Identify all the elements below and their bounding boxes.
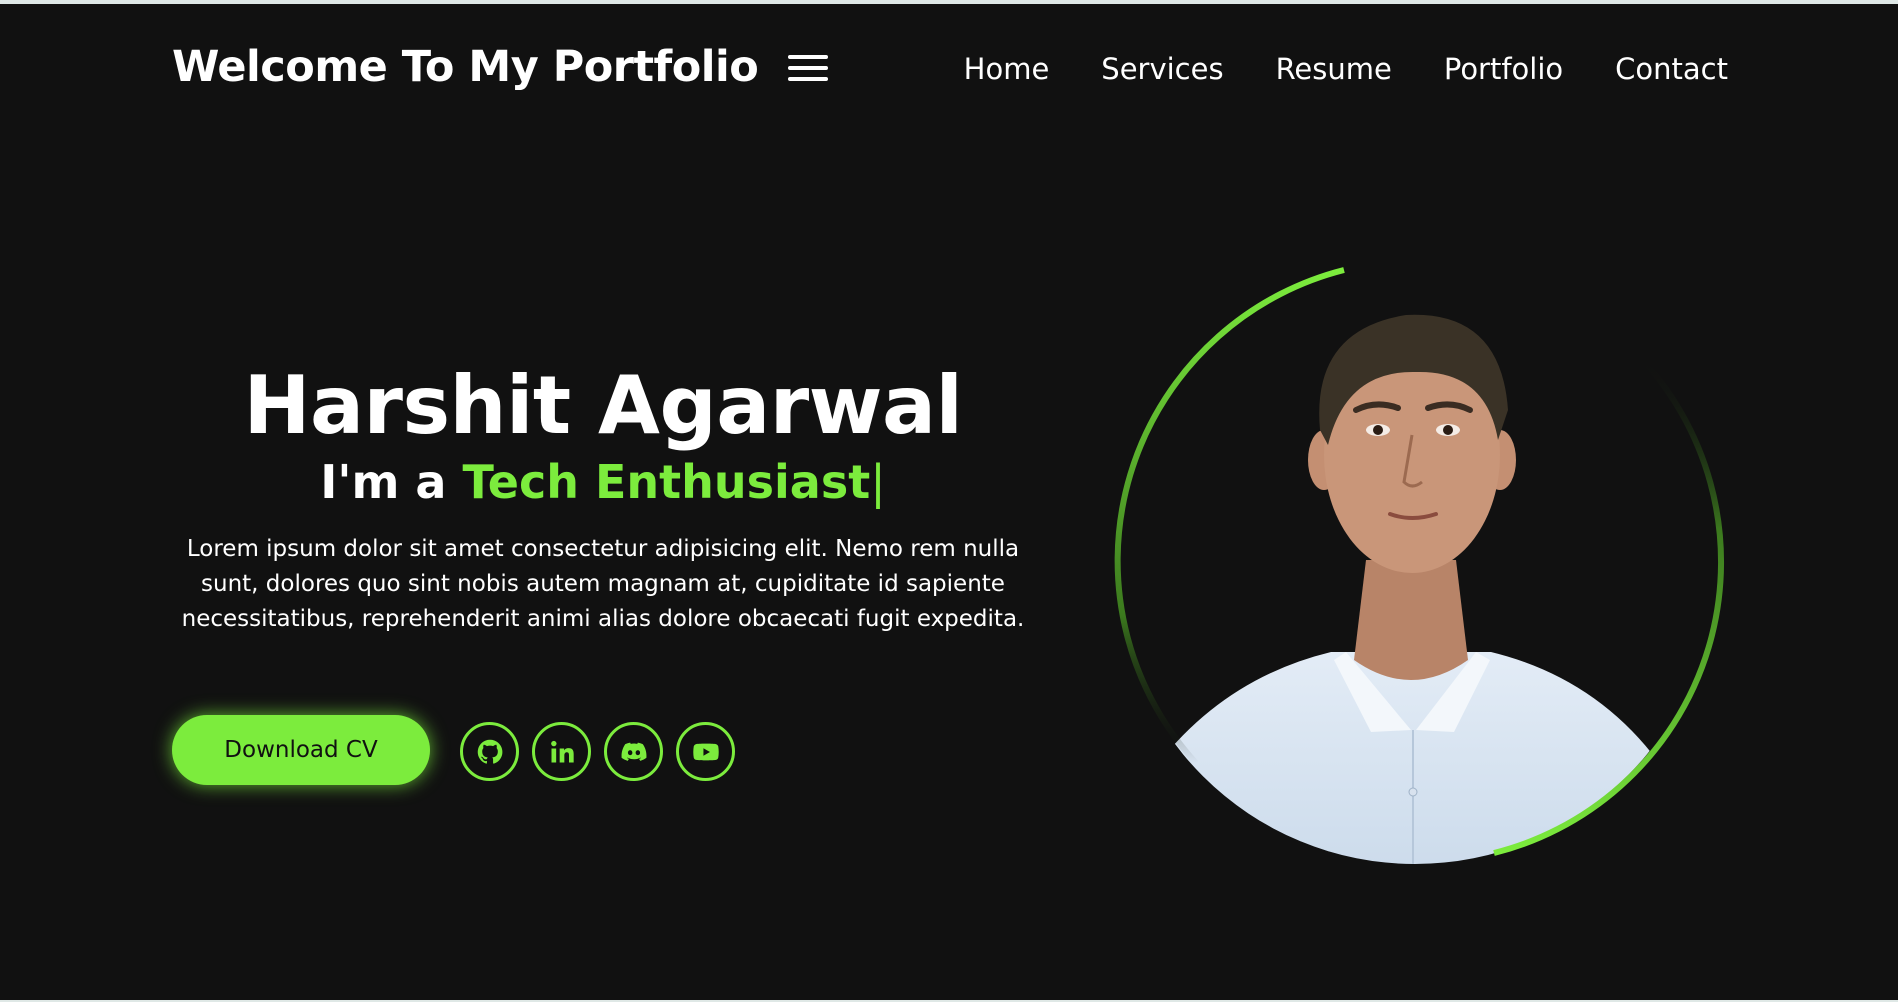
hero-name: Harshit Agarwal [243, 359, 963, 452]
linkedin-link[interactable] [532, 722, 591, 781]
hero-section: Harshit Agarwal I'm a Tech Enthusiast| L… [172, 360, 1034, 637]
portrait-photo [1146, 314, 1671, 864]
role-prefix: I'm a [320, 455, 447, 509]
hero-role: I'm a Tech Enthusiast| [172, 454, 1034, 510]
discord-icon [621, 742, 646, 761]
nav-portfolio[interactable]: Portfolio [1444, 52, 1563, 86]
linkedin-icon [550, 740, 574, 762]
youtube-link[interactable] [676, 722, 735, 781]
hero-description: Lorem ipsum dolor sit amet consectetur a… [181, 536, 1025, 632]
main-nav: Home Services Resume Portfolio Contact [964, 52, 1728, 86]
portfolio-page: Welcome To My Portfolio Home Services Re… [0, 4, 1898, 1000]
discord-link[interactable] [604, 722, 663, 781]
hamburger-menu-icon[interactable] [786, 52, 830, 88]
portrait [1106, 260, 1736, 890]
typing-cursor: | [870, 455, 886, 509]
role-highlight: Tech Enthusiast [462, 455, 871, 509]
nav-services[interactable]: Services [1101, 52, 1223, 86]
portrait-graphic [1114, 267, 1725, 864]
download-cv-button[interactable]: Download CV [172, 715, 430, 785]
nav-resume[interactable]: Resume [1276, 52, 1392, 86]
nav-home[interactable]: Home [964, 52, 1050, 86]
social-links [460, 722, 735, 781]
youtube-icon [692, 743, 719, 760]
nav-contact[interactable]: Contact [1615, 52, 1728, 86]
site-title: Welcome To My Portfolio [172, 42, 759, 92]
github-link[interactable] [460, 722, 519, 781]
github-icon [477, 739, 502, 764]
